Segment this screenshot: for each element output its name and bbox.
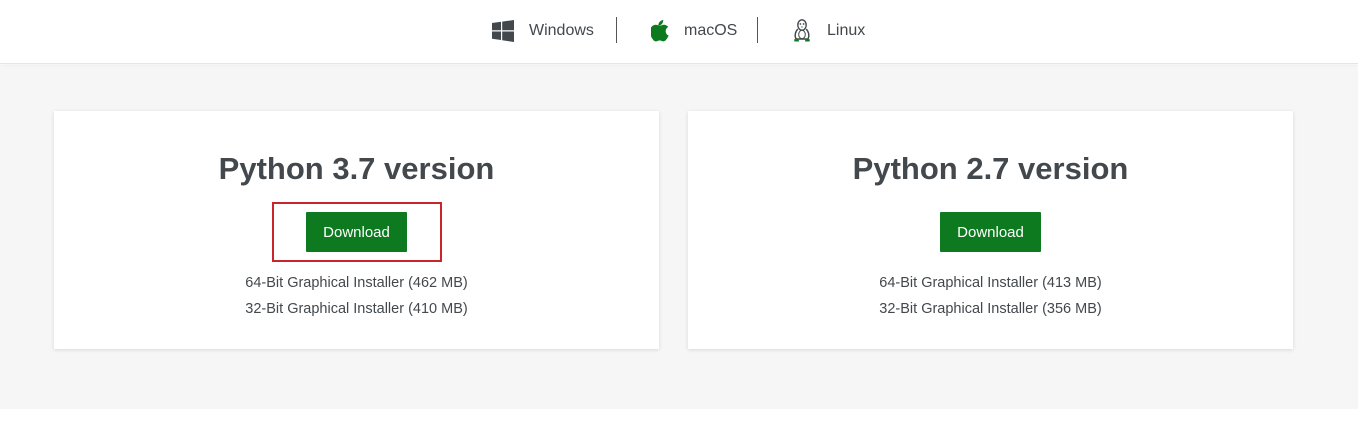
download-button-37[interactable]: Download [306,212,407,252]
installer-64bit-link[interactable]: 64-Bit Graphical Installer (413 MB) [688,275,1293,291]
tab-windows[interactable]: Windows [492,16,594,46]
python-37-card: Python 3.7 version Download 64-Bit Graph… [54,111,659,349]
windows-icon [492,20,514,42]
card-title: Python 2.7 version [852,151,1129,186]
tab-macos-label: macOS [684,22,738,39]
python-27-card: Python 2.7 version Download 64-Bit Graph… [688,111,1293,349]
card-title: Python 3.7 version [218,151,495,186]
os-tab-bar: Windows macOS Linux [0,0,1358,64]
tab-divider [757,17,758,43]
installer-32bit-link[interactable]: 32-Bit Graphical Installer (410 MB) [54,301,659,317]
tab-windows-label: Windows [529,22,594,39]
tab-linux-label: Linux [827,22,866,39]
tab-linux[interactable]: Linux [792,16,865,46]
installer-32bit-link[interactable]: 32-Bit Graphical Installer (356 MB) [688,301,1293,317]
apple-icon [650,20,669,42]
page-footer-gap [0,409,1358,424]
tab-macos[interactable]: macOS [650,16,738,46]
download-section: Python 3.7 version Download 64-Bit Graph… [0,65,1358,409]
installer-64bit-link[interactable]: 64-Bit Graphical Installer (462 MB) [54,275,659,291]
download-button-27[interactable]: Download [940,212,1041,252]
linux-icon [792,19,812,43]
tab-divider [616,17,617,43]
